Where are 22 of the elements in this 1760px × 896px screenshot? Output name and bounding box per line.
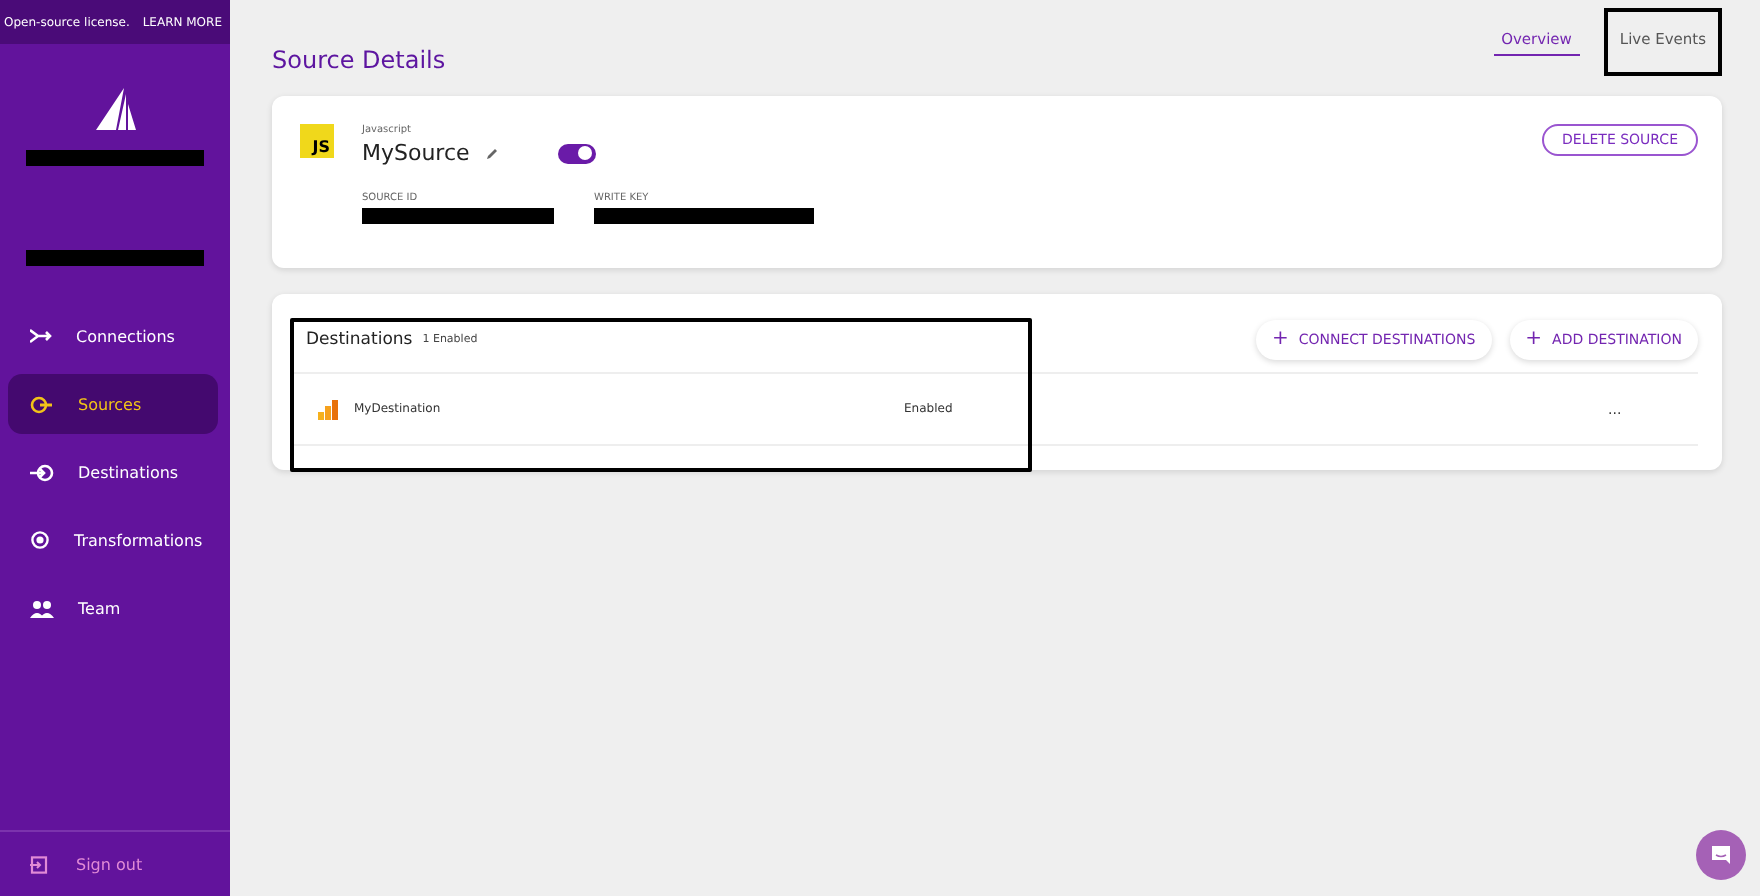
target-icon <box>30 530 50 550</box>
sidebar-item[interactable]: Sources <box>8 374 218 434</box>
exit-door-icon <box>30 855 48 873</box>
sidebar-item[interactable]: Team <box>8 578 218 638</box>
section-title: Destinations <box>306 329 413 349</box>
sail-logo-icon <box>95 88 135 132</box>
chat-button[interactable] <box>1696 830 1746 880</box>
sidebar-item[interactable]: Connections <box>8 306 218 366</box>
branch-arrow-icon <box>30 328 52 344</box>
javascript-logo: JS <box>300 124 334 158</box>
sidebar-item[interactable]: Destinations <box>8 442 218 502</box>
page-title: Source Details <box>272 46 446 76</box>
people-icon <box>30 599 54 617</box>
sidebar-item[interactable]: Transformations <box>8 510 218 570</box>
pencil-icon[interactable] <box>485 147 498 159</box>
arrow-into-circle-icon <box>30 463 54 481</box>
sign-out-link[interactable]: Sign out <box>0 830 230 896</box>
source-name: MySource <box>362 140 470 166</box>
toggle-switch[interactable] <box>557 143 596 163</box>
bar-chart-icon <box>318 399 338 419</box>
source-plug-icon <box>30 395 54 413</box>
chat-bubble-icon <box>1710 844 1732 866</box>
